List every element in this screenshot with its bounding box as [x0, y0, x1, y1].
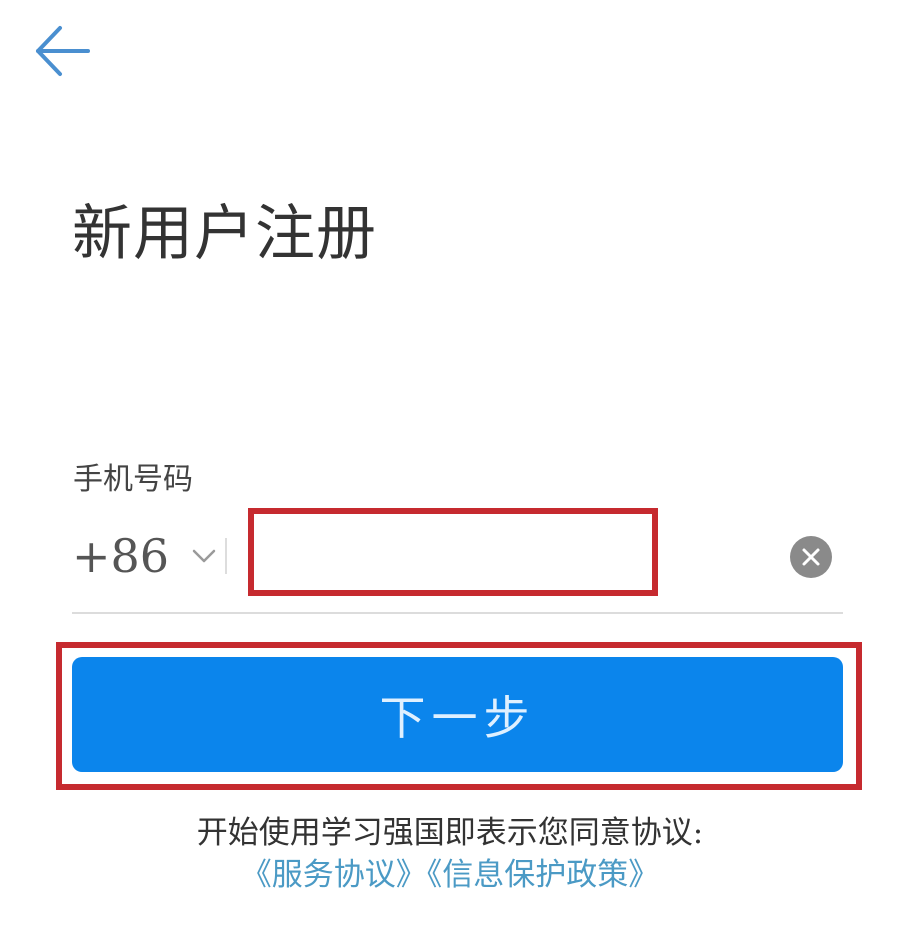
- phone-number-label: 手机号码: [73, 462, 193, 497]
- country-code-selector[interactable]: +86: [72, 524, 217, 588]
- chevron-down-icon: [191, 548, 217, 564]
- back-button[interactable]: [28, 20, 96, 82]
- country-code-text: +86: [72, 529, 170, 583]
- arrow-left-icon: [36, 26, 90, 76]
- agreement-links: 《服务协议》《信息保护政策》: [0, 854, 900, 896]
- close-circle-icon: [802, 548, 820, 566]
- next-step-button[interactable]: 下一步: [72, 657, 843, 772]
- country-code-divider: [225, 538, 227, 574]
- agreement-text: 开始使用学习强国即表示您同意协议:: [196, 815, 704, 851]
- privacy-policy-link[interactable]: 《信息保护政策》: [427, 857, 660, 893]
- phone-input-underline: [72, 612, 843, 614]
- service-agreement-link[interactable]: 《服务协议》: [241, 857, 427, 893]
- agreement-section: 开始使用学习强国即表示您同意协议: 《服务协议》《信息保护政策》: [0, 812, 900, 896]
- clear-input-button[interactable]: [790, 536, 832, 578]
- phone-number-input[interactable]: [248, 508, 658, 596]
- page-title: 新用户注册: [72, 199, 377, 269]
